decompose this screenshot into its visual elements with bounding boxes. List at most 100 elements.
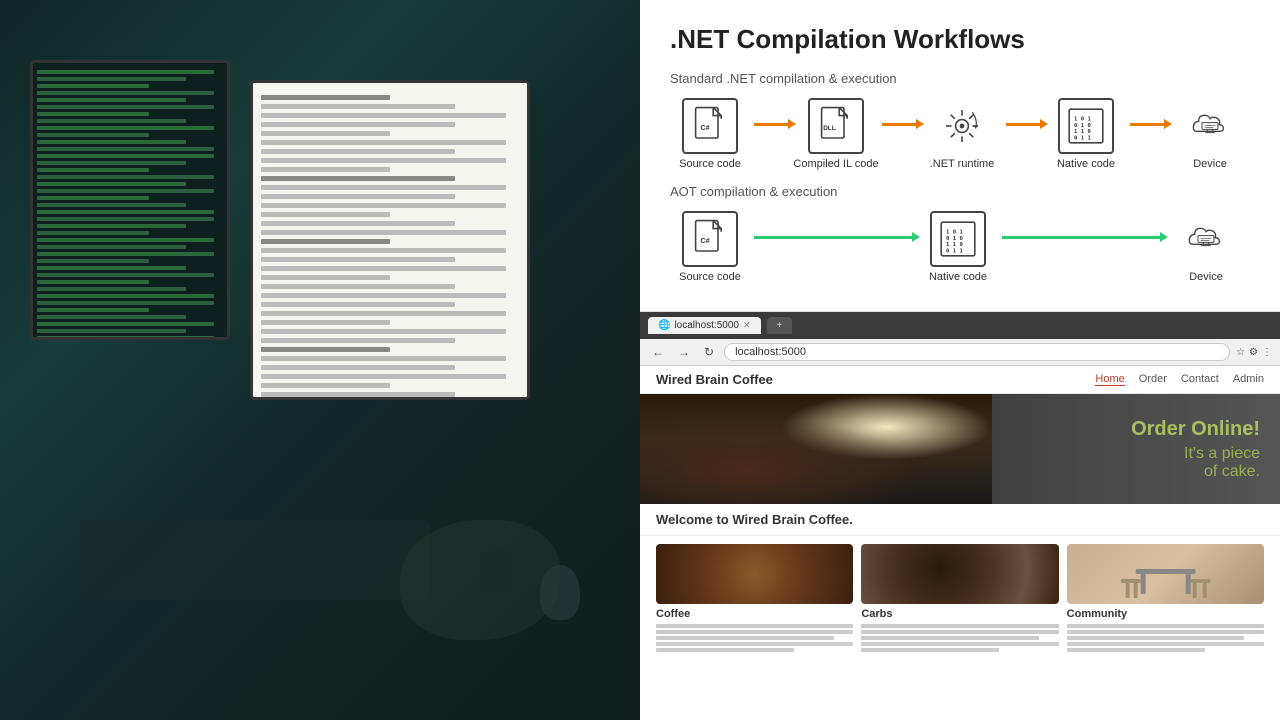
- keyboard: [80, 520, 430, 600]
- browser-tab-new[interactable]: +: [767, 317, 793, 334]
- device-1-label: Device: [1193, 158, 1227, 170]
- card-community-title: Community: [1067, 608, 1264, 620]
- step-native-code-1: 1 0 1 0 1 0 1 1 0 0 1 1 Native code: [1046, 98, 1126, 170]
- svg-text:C#: C#: [700, 236, 709, 245]
- card-community-image: [1067, 544, 1264, 604]
- green-arrow-1: [754, 236, 914, 239]
- site-logo: Wired Brain Coffee: [656, 372, 773, 387]
- svg-text:0 1 0: 0 1 0: [946, 236, 963, 242]
- arrow-orange-1: [754, 123, 790, 126]
- compiled-il-label: Compiled IL code: [793, 158, 878, 170]
- svg-text:DLL: DLL: [823, 125, 836, 132]
- svg-text:1 1 0: 1 1 0: [946, 242, 963, 248]
- back-button[interactable]: ←: [648, 343, 668, 361]
- svg-text:0 1 0: 0 1 0: [1074, 123, 1091, 129]
- step-compiled-il: DLL Compiled IL code: [794, 98, 878, 170]
- csharp-file-icon-2: C#: [682, 211, 738, 267]
- left-panel: [0, 0, 640, 720]
- nav-link-contact[interactable]: Contact: [1181, 373, 1219, 386]
- monitor-screen-right: [253, 83, 527, 397]
- green-arrow-2: [1002, 236, 1162, 239]
- mouse: [540, 565, 580, 620]
- right-panel: .NET Compilation Workflows Standard .NET…: [640, 0, 1280, 720]
- tab-close-button[interactable]: ✕: [743, 320, 751, 331]
- arrow-1: [750, 123, 794, 126]
- source-code-1-label: Source code: [679, 158, 741, 170]
- svg-text:1 1 0: 1 1 0: [1074, 129, 1091, 135]
- card-carbs-image: [861, 544, 1058, 604]
- site-cards: Coffee Carbs: [640, 536, 1280, 662]
- cloud-device-icon-1: [1182, 98, 1238, 154]
- hero-subtitle: It's a pieceof cake.: [1131, 445, 1260, 481]
- step-native-code-2: 1 0 1 0 1 0 1 1 0 0 1 1 Native code: [918, 211, 998, 283]
- binary-icon-1: 1 0 1 0 1 0 1 1 0 0 1 1: [1058, 98, 1114, 154]
- coffee-mug: [480, 550, 510, 590]
- step-device-1: Device: [1170, 98, 1250, 170]
- svg-text:0 1 1: 0 1 1: [1074, 136, 1091, 142]
- csharp-svg: C#: [690, 106, 730, 146]
- cake-texture: [640, 394, 992, 504]
- card-carbs-text: [861, 622, 1058, 654]
- extensions-icon[interactable]: ⚙: [1249, 347, 1258, 358]
- standard-workflow-row: C# Source code DLL Compiled IL code: [670, 98, 1250, 170]
- card-coffee: Coffee: [656, 544, 853, 654]
- device-2-label: Device: [1189, 271, 1223, 283]
- standard-label: Standard .NET compilation & execution: [670, 71, 1250, 86]
- cloud-device-icon-2: [1178, 211, 1234, 267]
- menu-icon[interactable]: ⋮: [1262, 347, 1272, 358]
- gear-svg: [942, 106, 982, 146]
- binary-svg-2: 1 0 1 0 1 0 1 1 0 0 1 1: [938, 219, 978, 259]
- site-hero: Order Online! It's a pieceof cake.: [640, 394, 1280, 504]
- svg-text:1 0 1: 1 0 1: [1074, 116, 1091, 122]
- step-source-code-1: C# Source code: [670, 98, 750, 170]
- bookmark-icon[interactable]: ☆: [1236, 347, 1245, 358]
- monitor-right: [250, 80, 530, 400]
- green-arrow-head-1: [912, 232, 920, 242]
- tab-label: localhost:5000: [674, 320, 739, 331]
- csharp-svg-2: C#: [690, 219, 730, 259]
- reload-button[interactable]: ↻: [700, 343, 718, 361]
- native-code-1-label: Native code: [1057, 158, 1115, 170]
- dotnet-title: .NET Compilation Workflows: [670, 24, 1250, 55]
- nav-link-order[interactable]: Order: [1139, 373, 1167, 386]
- community-svg: [1067, 544, 1264, 604]
- monitor-left: [30, 60, 230, 340]
- svg-text:C#: C#: [700, 123, 709, 132]
- tab-favicon: 🌐: [658, 320, 670, 331]
- arrow-orange-4: [1130, 123, 1166, 126]
- dotnet-section: .NET Compilation Workflows Standard .NET…: [640, 0, 1280, 312]
- site-nav-links: Home Order Contact Admin: [1095, 373, 1264, 386]
- native-code-2-label: Native code: [929, 271, 987, 283]
- site-welcome: Welcome to Wired Brain Coffee.: [640, 504, 1280, 536]
- hero-cake-image: [640, 394, 992, 504]
- forward-button[interactable]: →: [674, 343, 694, 361]
- monitor-screen-left: [33, 63, 227, 337]
- browser-tab-active[interactable]: 🌐 localhost:5000 ✕: [648, 317, 761, 334]
- hero-text: Order Online! It's a pieceof cake.: [1131, 394, 1270, 504]
- gear-icon: [934, 98, 990, 154]
- card-coffee-title: Coffee: [656, 608, 853, 620]
- hero-title: Order Online!: [1131, 418, 1260, 441]
- address-bar[interactable]: localhost:5000: [724, 343, 1230, 361]
- cloud-device-svg-1: [1190, 106, 1230, 146]
- aot-workflow-row: C# Source code 1 0 1 0 1 0 1 1 0: [670, 211, 1250, 283]
- aot-label: AOT compilation & execution: [670, 184, 1250, 199]
- nav-link-admin[interactable]: Admin: [1233, 373, 1264, 386]
- nav-link-home[interactable]: Home: [1095, 373, 1124, 386]
- arrow-3: [1002, 123, 1046, 126]
- green-arrow-head-2: [1160, 232, 1168, 242]
- binary-icon-2: 1 0 1 0 1 0 1 1 0 0 1 1: [930, 211, 986, 267]
- card-community: Community: [1067, 544, 1264, 654]
- step-device-2: Device: [1166, 211, 1246, 283]
- step-source-code-2: C# Source code: [670, 211, 750, 283]
- svg-text:1 0 1: 1 0 1: [946, 229, 963, 235]
- card-coffee-text: [656, 622, 853, 654]
- dotnet-runtime-label: .NET runtime: [930, 158, 995, 170]
- arrow-2: [878, 123, 922, 126]
- aot-arrow-2: [998, 236, 1166, 239]
- browser-chrome: 🌐 localhost:5000 ✕ +: [640, 312, 1280, 339]
- source-code-2-label: Source code: [679, 271, 741, 283]
- site-nav: Wired Brain Coffee Home Order Contact Ad…: [640, 366, 1280, 394]
- aot-arrow-1: [750, 236, 918, 239]
- csharp-file-icon: C#: [682, 98, 738, 154]
